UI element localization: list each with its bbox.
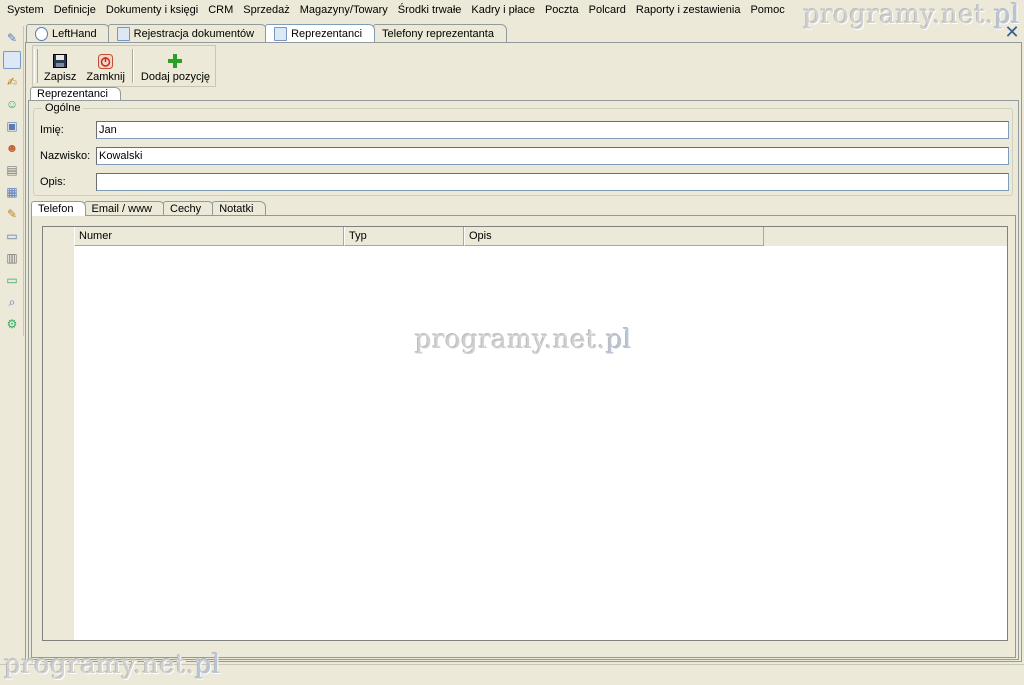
user-icon[interactable]: ☺ — [3, 95, 21, 113]
general-groupbox: Ogólne Imię: Nazwisko: Opis: — [33, 102, 1013, 196]
column-header-typ[interactable]: Typ — [344, 227, 464, 246]
first-name-label: Imię: — [40, 124, 64, 136]
toolbar-grip[interactable] — [34, 49, 38, 83]
menu-pomoc[interactable]: Pomoc — [745, 1, 789, 19]
document-add-icon[interactable]: ▭ — [3, 227, 21, 245]
column-header-opis[interactable]: Opis — [464, 227, 764, 246]
tab-telefon[interactable]: Telefon — [31, 201, 87, 216]
detail-tabs: Telefon Email / www Cechy Notatki — [31, 201, 267, 216]
watermark: programy.net.pl — [803, 0, 1020, 30]
tab-email-www[interactable]: Email / www — [84, 201, 165, 216]
add-item-button[interactable]: Dodaj pozycję — [136, 46, 215, 86]
menu-crm[interactable]: CRM — [203, 1, 238, 19]
menu-raporty[interactable]: Raporty i zestawienia — [631, 1, 746, 19]
edit-icon[interactable]: ✎ — [3, 205, 21, 223]
groupbox-legend: Ogólne — [42, 102, 84, 114]
menu-definicje[interactable]: Definicje — [49, 1, 101, 19]
document-icon — [116, 26, 130, 41]
menu-system[interactable]: System — [2, 1, 49, 19]
toolbar: Zapisz Zamknij Dodaj pozycję — [32, 45, 217, 87]
first-name-input[interactable] — [96, 121, 1009, 139]
tab-lefthand[interactable]: LeftHand — [26, 24, 110, 42]
tab-reprezentanci[interactable]: Reprezentanci — [265, 24, 376, 42]
phone-grid-frame: Numer Typ Opis — [31, 215, 1016, 658]
printer-icon[interactable]: ▤ — [3, 161, 21, 179]
toolbar-separator — [131, 49, 134, 83]
power-off-icon — [98, 53, 114, 69]
tab-reprezentanci-form[interactable]: Reprezentanci — [30, 87, 121, 101]
tab-cechy[interactable]: Cechy — [163, 201, 215, 216]
column-header-numer[interactable]: Numer — [74, 227, 344, 246]
watermark-bottom: programy.net.pl — [4, 650, 221, 680]
document-icon[interactable] — [3, 51, 21, 69]
menu-polcard[interactable]: Polcard — [584, 1, 631, 19]
grid-body[interactable] — [74, 246, 1007, 640]
menu-magazyny[interactable]: Magazyny/Towary — [295, 1, 393, 19]
scanner-icon[interactable]: ▥ — [3, 249, 21, 267]
close-button[interactable]: Zamknij — [81, 46, 130, 86]
plus-icon — [167, 53, 183, 69]
tools-icon[interactable]: ✎ — [3, 29, 21, 47]
last-name-input[interactable] — [96, 147, 1009, 165]
menu-poczta[interactable]: Poczta — [540, 1, 584, 19]
watermark-center: programy.net.pl — [415, 325, 632, 355]
left-icon-strip: ✎ ✍ ☺ ▣ ☻ ▤ ▦ ✎ ▭ ▥ ▭ ⌕ ⚙ — [0, 26, 24, 336]
menu-dokumenty[interactable]: Dokumenty i księgi — [101, 1, 203, 19]
last-name-row: Nazwisko: — [40, 147, 1009, 165]
document-green-icon[interactable]: ▭ — [3, 271, 21, 289]
save-button[interactable]: Zapisz — [39, 46, 81, 86]
tab-telefony-reprezentanta[interactable]: Telefony reprezentanta — [373, 24, 507, 42]
menu-sprzedaz[interactable]: Sprzedaż — [238, 1, 294, 19]
tab-notatki[interactable]: Notatki — [212, 201, 267, 216]
form-panel: Ogólne Imię: Nazwisko: Opis: Telefon Ema… — [28, 100, 1019, 660]
last-name-label: Nazwisko: — [40, 150, 91, 162]
document-tabs: LeftHand Rejestracja dokumentów Reprezen… — [26, 24, 507, 42]
network-icon[interactable]: ▣ — [3, 117, 21, 135]
phone-grid[interactable]: Numer Typ Opis — [42, 226, 1008, 641]
tab-rejestracja-dokumentow[interactable]: Rejestracja dokumentów — [107, 24, 268, 42]
table-icon[interactable]: ▦ — [3, 183, 21, 201]
grid-header: Numer Typ Opis — [74, 227, 764, 246]
edit-document-icon[interactable]: ✍ — [3, 73, 21, 91]
users-icon[interactable]: ☻ — [3, 139, 21, 157]
menu-srodki-trwale[interactable]: Środki trwałe — [393, 1, 467, 19]
search-document-icon[interactable]: ⌕ — [3, 293, 21, 311]
settings-icon[interactable]: ⚙ — [3, 315, 21, 333]
description-row: Opis: — [40, 173, 1009, 191]
lefthand-logo-icon — [35, 26, 48, 41]
document-icon — [274, 26, 288, 41]
description-input[interactable] — [96, 173, 1009, 191]
close-window-icon[interactable]: ✕ — [1004, 23, 1020, 41]
first-name-row: Imię: — [40, 121, 1009, 139]
floppy-disk-icon — [52, 53, 68, 69]
menu-kadry[interactable]: Kadry i płace — [466, 1, 540, 19]
description-label: Opis: — [40, 176, 66, 188]
